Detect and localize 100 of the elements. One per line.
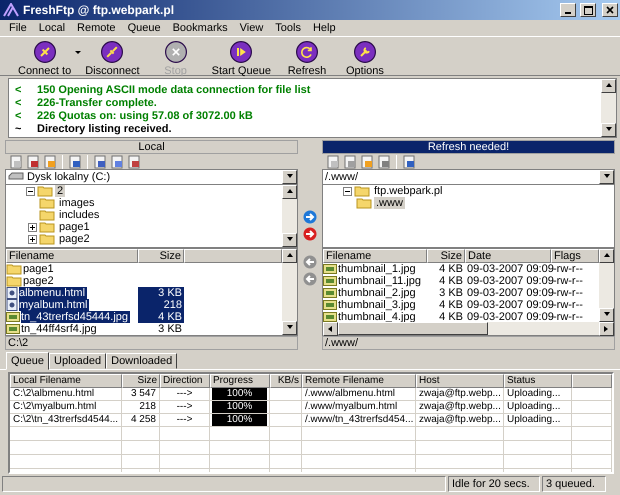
file-icon[interactable] bbox=[326, 154, 340, 168]
image-file-icon bbox=[323, 311, 337, 322]
file-date: 09-03-2007 09:09 bbox=[466, 287, 551, 299]
progress-text: 100% bbox=[226, 414, 254, 426]
column-header[interactable]: Progress bbox=[210, 374, 270, 388]
column-header[interactable]: Direction bbox=[160, 374, 210, 388]
file-name[interactable]: thumbnail_2.jpg bbox=[338, 287, 418, 299]
tree-item[interactable]: images bbox=[57, 197, 96, 209]
column-header[interactable]: Local Filename bbox=[10, 374, 122, 388]
document-icon bbox=[6, 299, 18, 311]
column-header[interactable]: Flags bbox=[551, 249, 599, 263]
log-prefix: ~ bbox=[15, 122, 22, 134]
table-cell: /.www/tn_43trerfsd454... bbox=[302, 414, 416, 426]
column-header[interactable] bbox=[572, 374, 612, 388]
file-name[interactable]: myalbum.html bbox=[19, 299, 90, 311]
column-header[interactable]: Size bbox=[138, 249, 184, 263]
column-header[interactable]: Filename bbox=[323, 249, 427, 263]
toolbar-button[interactable]: Start Queue bbox=[206, 39, 277, 78]
collapse-toggle-icon[interactable] bbox=[26, 186, 35, 196]
file-icon[interactable] bbox=[343, 154, 357, 168]
file-name[interactable]: albmenu.html bbox=[19, 287, 88, 299]
tree-item[interactable]: includes bbox=[57, 209, 102, 221]
table-cell: 4 258 bbox=[122, 414, 160, 426]
vertical-scrollbar[interactable] bbox=[599, 249, 614, 322]
tree-item[interactable]: ftp.webpark.pl bbox=[372, 185, 444, 197]
file-name[interactable]: thumbnail_3.jpg bbox=[338, 299, 418, 311]
file-name[interactable]: thumbnail_1.jpg bbox=[338, 263, 418, 275]
table-cell: Uploading... bbox=[504, 414, 572, 426]
tree-item[interactable]: .www bbox=[374, 197, 405, 209]
file-name[interactable]: tn_44ff4srf4.jpg bbox=[21, 323, 99, 335]
menu-item[interactable]: Bookmarks bbox=[166, 22, 234, 34]
download-arrow-icon[interactable] bbox=[303, 255, 317, 269]
image-file-icon bbox=[323, 263, 337, 275]
toolbar-button[interactable]: Refresh bbox=[278, 39, 335, 78]
tree-item[interactable]: page1 bbox=[57, 221, 92, 233]
column-header[interactable]: KB/s bbox=[270, 374, 302, 388]
arrow-right-icon[interactable] bbox=[303, 227, 317, 241]
menu-item[interactable]: Queue bbox=[122, 22, 167, 34]
path-combo[interactable]: Dysk lokalny (C:) bbox=[5, 169, 298, 185]
table-cell: /.www/myalbum.html bbox=[302, 401, 416, 413]
log-prefix: < bbox=[15, 96, 22, 108]
path-combo[interactable]: /.www/ bbox=[322, 169, 615, 185]
file-size: 218 bbox=[138, 299, 184, 311]
file-icon[interactable] bbox=[26, 154, 40, 168]
tree-item[interactable]: 2 bbox=[55, 185, 66, 197]
file-name[interactable]: thumbnail_11.jpg bbox=[338, 275, 423, 287]
toolbar-button[interactable]: Options bbox=[336, 39, 393, 78]
column-header[interactable]: Remote Filename bbox=[302, 374, 416, 388]
upload-arrow-icon[interactable] bbox=[303, 210, 317, 224]
column-header[interactable]: Size bbox=[427, 249, 465, 263]
file-name[interactable]: thumbnail_4.jpg bbox=[338, 311, 418, 322]
collapse-toggle-icon[interactable] bbox=[343, 186, 352, 196]
file-name[interactable]: page1 bbox=[23, 263, 56, 275]
menu-item[interactable]: View bbox=[234, 22, 270, 34]
caret-icon[interactable] bbox=[75, 51, 82, 55]
expand-toggle-icon[interactable] bbox=[28, 222, 37, 232]
column-header[interactable]: Date bbox=[465, 249, 551, 263]
menu-item[interactable]: Remote bbox=[71, 22, 122, 34]
image-file-icon bbox=[323, 275, 337, 287]
menu-item[interactable]: Tools bbox=[269, 22, 307, 34]
tree-item[interactable]: page2 bbox=[57, 233, 92, 245]
image-file-icon bbox=[323, 299, 337, 311]
arrow-left-icon[interactable] bbox=[303, 272, 317, 286]
file-icon[interactable] bbox=[377, 154, 391, 168]
file-size: 4 KB bbox=[138, 311, 184, 323]
log-line: Directory listing received. bbox=[37, 122, 172, 134]
expand-toggle-icon[interactable] bbox=[28, 234, 37, 244]
file-icon[interactable] bbox=[9, 154, 23, 168]
tab[interactable]: Queue bbox=[6, 352, 50, 370]
column-header[interactable]: Host bbox=[416, 374, 504, 388]
log-line: 150 Opening ASCII mode data connection for file list bbox=[37, 84, 310, 96]
column-header[interactable]: Filename bbox=[6, 249, 138, 263]
progress-text: 100% bbox=[226, 401, 254, 413]
image-file-icon bbox=[6, 323, 20, 335]
menu-item[interactable]: File bbox=[3, 22, 33, 34]
close-button[interactable] bbox=[602, 3, 618, 17]
menu-item[interactable]: Help bbox=[306, 22, 342, 34]
vertical-scrollbar[interactable] bbox=[282, 249, 297, 335]
maximize-button[interactable] bbox=[580, 3, 596, 17]
arrow-left-icon bbox=[326, 325, 334, 333]
file-date: 09-03-2007 09:09 bbox=[466, 299, 551, 311]
table-cell: Uploading... bbox=[504, 401, 572, 413]
vertical-scrollbar[interactable] bbox=[601, 79, 616, 137]
file-name[interactable]: tn_43trerfsd45444.jpg bbox=[21, 311, 130, 323]
log-line: 226-Transfer complete. bbox=[37, 96, 157, 108]
minimize-button[interactable] bbox=[560, 3, 576, 17]
app-logo-icon bbox=[3, 3, 19, 17]
table-cell: 218 bbox=[122, 401, 160, 413]
arrow-up-icon bbox=[604, 82, 612, 90]
column-header[interactable]: Size bbox=[122, 374, 160, 388]
file-name[interactable]: page2 bbox=[23, 275, 56, 287]
column-header[interactable] bbox=[184, 249, 282, 263]
menu-item[interactable]: Local bbox=[32, 22, 72, 34]
toolbar-button[interactable]: Disconnect bbox=[79, 39, 146, 78]
horizontal-scrollbar[interactable] bbox=[323, 322, 614, 335]
tab[interactable]: Uploaded bbox=[49, 353, 106, 369]
tab[interactable]: Downloaded bbox=[106, 353, 178, 369]
column-header[interactable]: Status bbox=[504, 374, 572, 388]
vertical-scrollbar[interactable] bbox=[282, 185, 297, 247]
toolbar-button[interactable]: Connect to bbox=[12, 39, 78, 78]
